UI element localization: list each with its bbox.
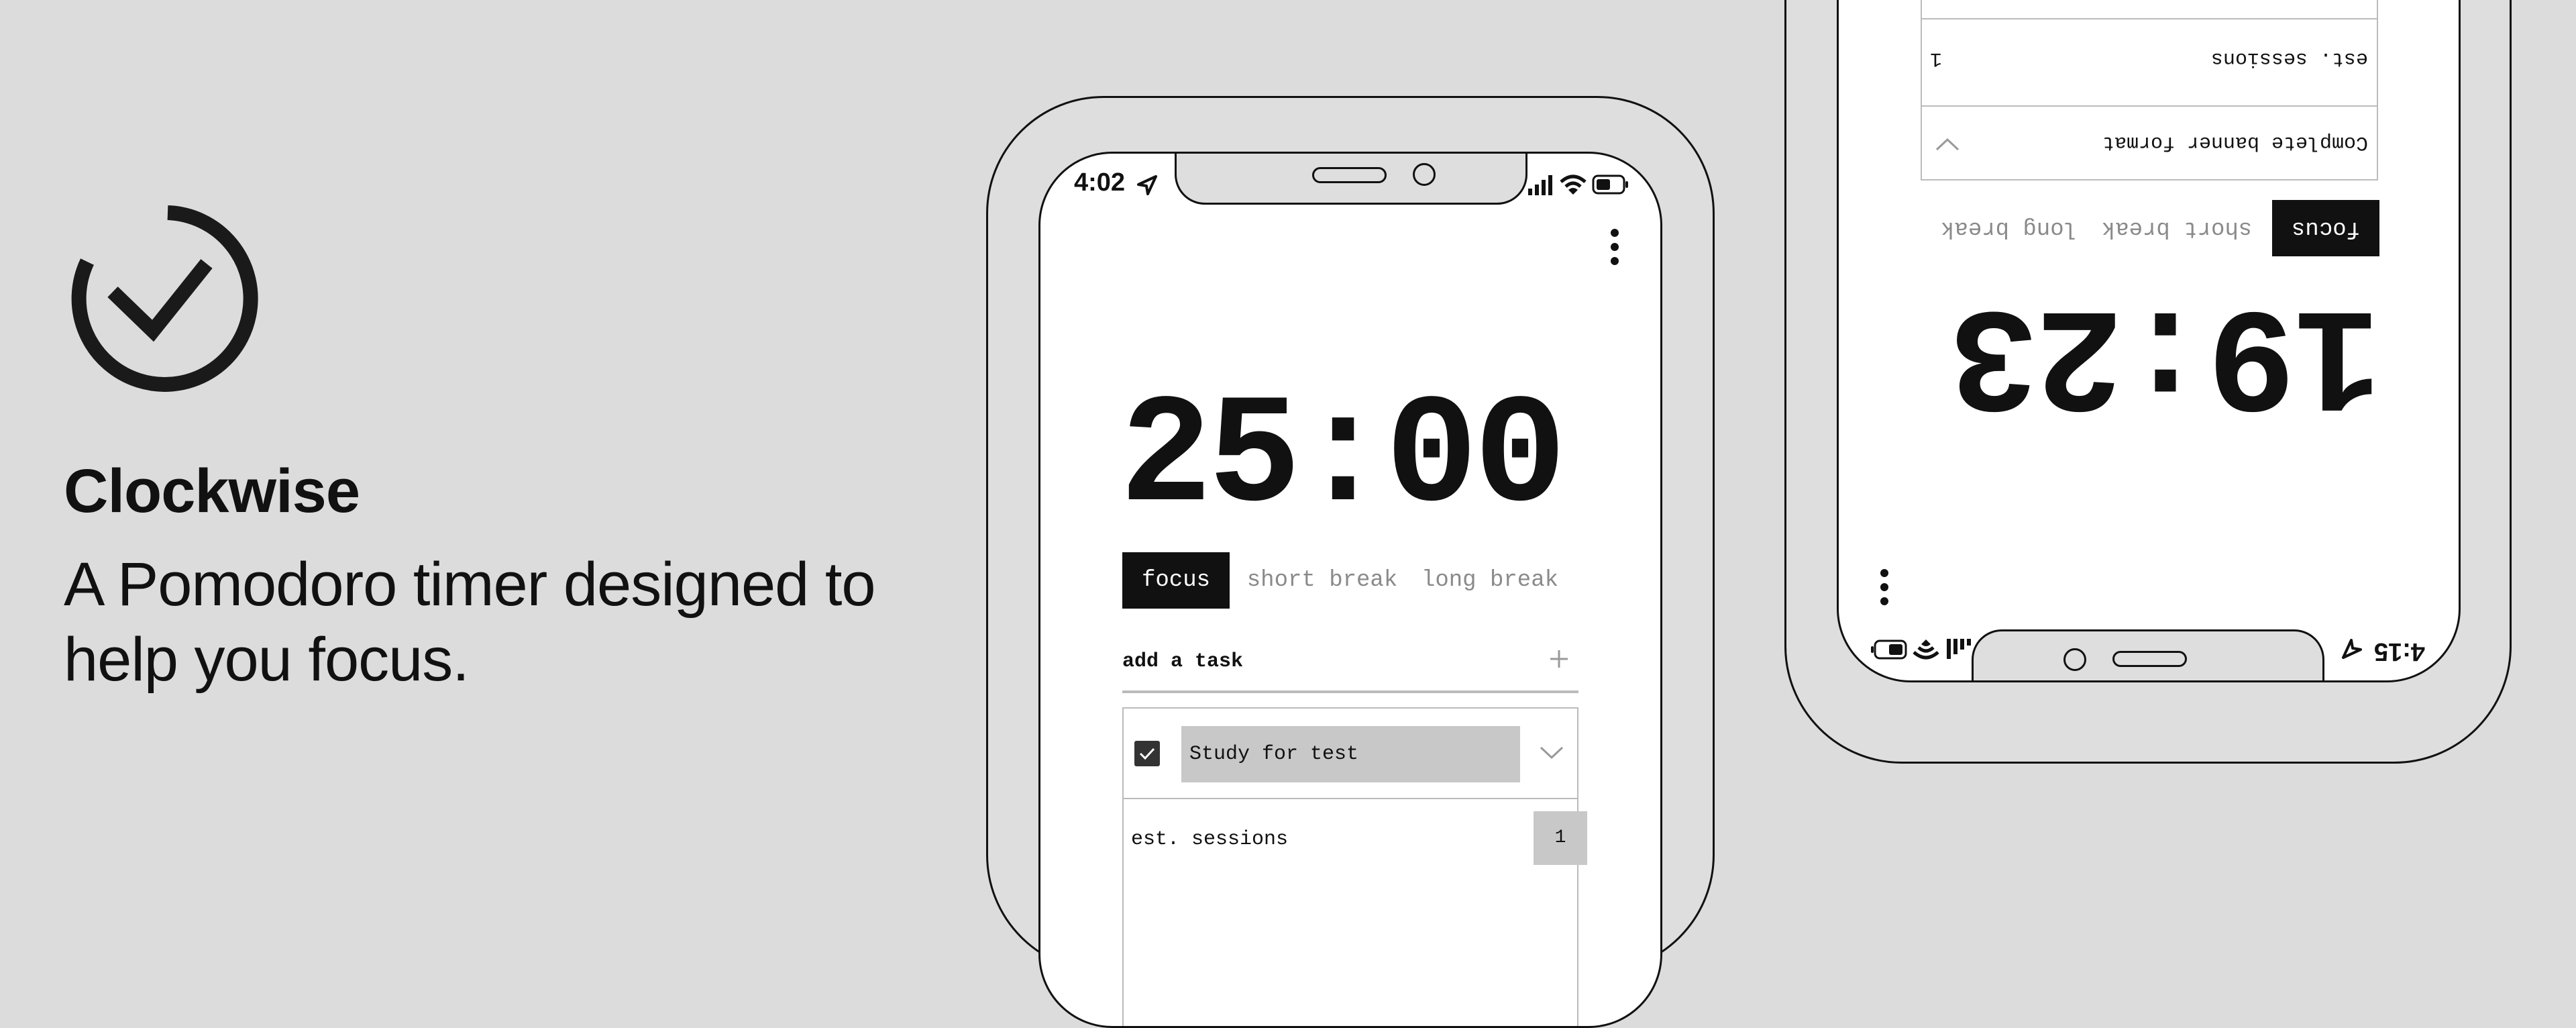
est-sessions-label: est. sessions (1131, 828, 1289, 851)
speaker-grille (1312, 167, 1387, 183)
add-task-label[interactable]: add a task (1122, 650, 1243, 673)
timer-display: 19:23 (1951, 268, 2381, 435)
app-tagline: A Pomodoro timer designed to help you fo… (64, 550, 876, 694)
checkmark-icon (1139, 748, 1155, 760)
tab-focus[interactable]: focus (1122, 552, 1230, 609)
est-sessions-label: est. sessions (2210, 47, 2368, 70)
phone-left-frame: 4:02 25:00 focus short break long break … (986, 96, 1715, 1028)
battery-icon (1592, 174, 1628, 195)
tab-short-break[interactable]: short break (1242, 552, 1403, 609)
location-arrow-icon (2342, 639, 2362, 659)
est-sessions-stepper[interactable]: 1 (1534, 811, 1587, 865)
wifi-icon (1913, 639, 1939, 660)
battery-icon (1871, 639, 1907, 660)
task-title-field[interactable]: Study for test (1181, 726, 1520, 782)
tab-long-break[interactable]: long break (1935, 200, 2083, 256)
task-title[interactable]: Complete banner format (2102, 131, 2368, 154)
phone-left-screen: 4:02 25:00 focus short break long break … (1038, 152, 1662, 1028)
more-vertical-icon[interactable] (1611, 229, 1620, 271)
chevron-up-icon[interactable] (1934, 136, 1961, 153)
est-sessions-value[interactable]: 1 (1930, 47, 1942, 70)
signal-bars-icon (1528, 175, 1552, 195)
front-camera (2063, 648, 2086, 671)
task-row-divider (1922, 105, 2378, 107)
task-checkbox[interactable] (1134, 741, 1160, 766)
speaker-grille (2112, 651, 2187, 667)
phone-right-screen: 4:15 19:23 focus short break long break … (1837, 0, 2461, 682)
divider (1122, 690, 1578, 693)
chevron-down-icon[interactable] (1538, 744, 1565, 762)
wifi-icon (1560, 174, 1587, 195)
status-time: 4:02 (1074, 168, 1126, 197)
more-vertical-icon[interactable] (1879, 563, 1888, 605)
status-time: 4:15 (2373, 637, 2425, 666)
front-camera (1413, 163, 1436, 186)
plus-icon[interactable] (1549, 649, 1569, 669)
task-row-divider (1122, 798, 1578, 799)
timer-display: 25:00 (1120, 372, 1566, 546)
tab-long-break[interactable]: long break (1416, 552, 1564, 609)
tab-focus[interactable]: focus (2272, 200, 2379, 256)
tab-short-break[interactable]: short break (2096, 200, 2257, 256)
app-title: Clockwise (64, 457, 360, 525)
location-arrow-icon (1137, 175, 1157, 195)
clock-check-icon (71, 205, 258, 392)
phone-right-frame: 4:15 19:23 focus short break long break … (1784, 0, 2512, 764)
signal-bars-icon (1947, 639, 1971, 659)
task-row-divider (1922, 18, 2378, 19)
